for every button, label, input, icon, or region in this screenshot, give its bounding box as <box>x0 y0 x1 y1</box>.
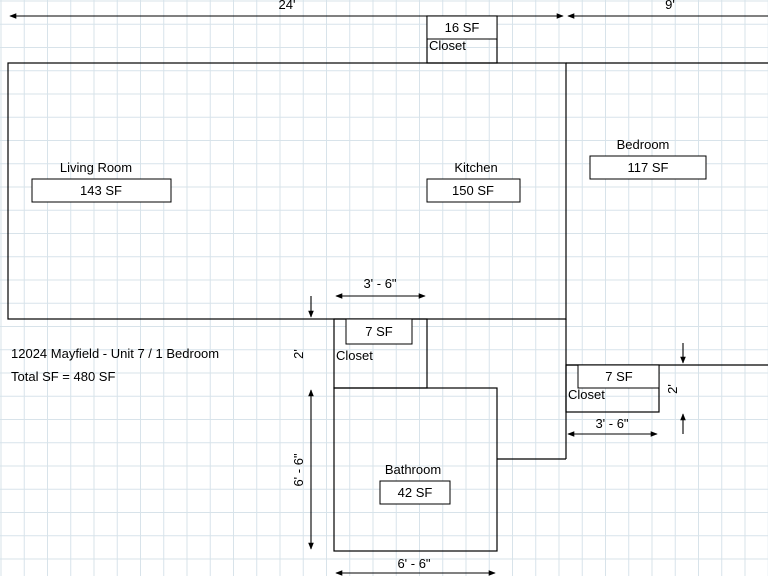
room-name-closet-right: Closet <box>568 387 605 402</box>
dim-top-main: 24' <box>279 0 296 12</box>
room-kitchen: Kitchen 150 SF <box>426 160 521 203</box>
room-name-kitchen: Kitchen <box>454 160 497 175</box>
room-bathroom: Bathroom 42 SF <box>379 462 451 505</box>
room-area-closet-mid: 7 SF <box>365 324 393 339</box>
dim-closet-right-depth: 2' <box>665 384 680 394</box>
room-area-bathroom: 42 SF <box>398 485 433 500</box>
room-name-living: Living Room <box>60 160 132 175</box>
room-area-kitchen: 150 SF <box>452 183 494 198</box>
room-area-living: 143 SF <box>80 183 122 198</box>
room-bedroom: Bedroom 117 SF <box>589 137 707 180</box>
floor-plan: 24' 9' 3' - 6" 2' 3' - 6" 2' 6' - 6" 6' … <box>7 0 768 576</box>
dim-bath-width: 6' - 6" <box>397 556 430 571</box>
dim-closet-right-width: 3' - 6" <box>595 416 628 431</box>
room-area-closet-top: 16 SF <box>445 20 480 35</box>
dim-closet-mid-depth: 2' <box>291 349 306 359</box>
room-name-closet-top: Closet <box>429 38 466 53</box>
room-area-closet-right: 7 SF <box>605 369 633 384</box>
dim-top-bedroom: 9' <box>665 0 675 12</box>
plan-total-area: Total SF = 480 SF <box>11 369 115 384</box>
room-closet-top: 16 SF Closet <box>426 15 498 53</box>
room-name-closet-mid: Closet <box>336 348 373 363</box>
room-living: Living Room 143 SF <box>31 160 172 203</box>
room-closet-mid: 7 SF Closet <box>336 318 413 363</box>
dim-closet-mid-width: 3' - 6" <box>363 276 396 291</box>
dim-bath-height: 6' - 6" <box>291 453 306 486</box>
room-area-bedroom: 117 SF <box>628 160 669 175</box>
plan-title: 12024 Mayfield - Unit 7 / 1 Bedroom <box>11 346 219 361</box>
room-name-bathroom: Bathroom <box>385 462 441 477</box>
room-name-bedroom: Bedroom <box>617 137 670 152</box>
room-closet-right: 7 SF Closet <box>568 364 660 402</box>
